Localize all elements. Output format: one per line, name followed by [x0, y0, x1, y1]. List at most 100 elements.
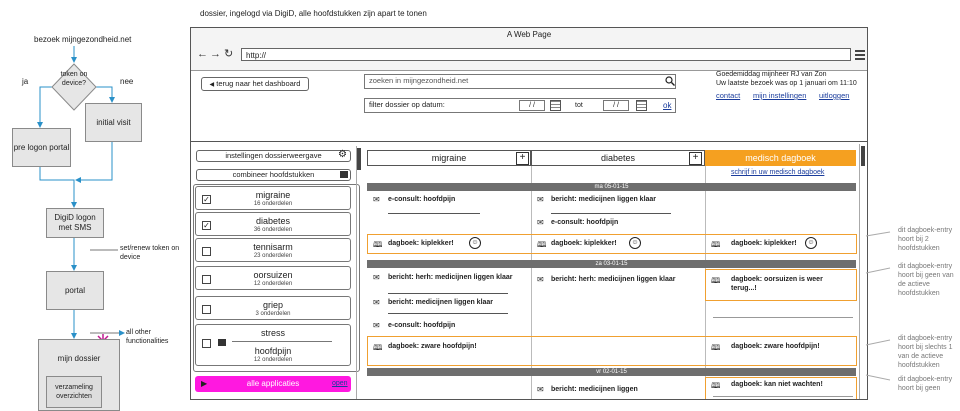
mail-icon: ✉ [537, 385, 544, 394]
entry-dagboek[interactable]: dagboek: zware hoofdpijn! [731, 342, 820, 351]
entry-underline [713, 317, 853, 318]
book-icon: 🕮 [537, 240, 547, 249]
combine-button[interactable]: combineer hoofdstukken [196, 169, 351, 181]
consult-icon: ✉ [373, 195, 380, 204]
date-to-calendar-icon[interactable] [636, 100, 647, 111]
chapter-count: 36 onderdelen [253, 227, 293, 233]
forward-icon[interactable]: → [210, 48, 221, 60]
entry-underline [713, 396, 853, 397]
chapter-name: oorsuizen [253, 270, 293, 280]
col-migraine-label: migraine [431, 153, 467, 163]
entry-dagboek[interactable]: dagboek: kiplekker! [731, 239, 797, 248]
display-settings-label: instellingen dossierweergave [225, 151, 322, 160]
date-from-input[interactable]: / / [519, 100, 545, 111]
entry-underline [388, 313, 508, 314]
entry-econsult[interactable]: e-consult: hoofdpijn [551, 218, 618, 227]
date-band: za 03-01-15 [367, 260, 856, 268]
diary-row-highlight [367, 336, 857, 366]
entry-econsult[interactable]: e-consult: hoofdpijn [388, 321, 455, 330]
chapter-diabetes[interactable]: ✓ diabetes 36 onderdelen [195, 212, 351, 236]
settings-link[interactable]: mijn instellingen [753, 91, 806, 100]
smiley-icon: ☺ [469, 237, 481, 249]
chapter-count: 12 onderdelen [253, 281, 293, 287]
url-input[interactable]: http:// [241, 48, 851, 61]
search-input[interactable]: zoeken in mijngezondheid.net [364, 74, 676, 89]
mail-icon: ✉ [537, 195, 544, 204]
date-band: vr 02-01-15 [367, 368, 856, 376]
flow-digid: DigiD logon met SMS [46, 208, 104, 238]
consult-icon: ✉ [537, 218, 544, 227]
entry-bericht[interactable]: bericht: medicijnen liggen klaar [551, 195, 656, 204]
book-icon: 🕮 [711, 381, 721, 390]
filter-ok-link[interactable]: ok [663, 101, 671, 110]
book-icon: 🕮 [711, 343, 721, 352]
entry-dagboek[interactable]: dagboek: zware hoofdpijn! [388, 342, 477, 351]
flow-initial-visit: initial visit [85, 103, 142, 142]
smiley-icon: ☺ [805, 237, 817, 249]
back-to-dashboard-button[interactable]: ◀ terug naar het dashboard [201, 77, 309, 91]
lock-icon [218, 339, 226, 346]
back-to-dashboard-label: terug naar het dashboard [216, 79, 301, 88]
sidebar-scrollbar-thumb[interactable] [357, 148, 361, 170]
date-band: ma 05-01-15 [367, 183, 856, 191]
entry-bericht[interactable]: bericht: medicijnen liggen klaar [388, 298, 493, 307]
flow-portal: portal [46, 271, 104, 310]
chapter-migraine[interactable]: ✓ migraine 16 onderdelen [195, 186, 351, 210]
gear-icon[interactable]: ⚙ [338, 149, 347, 160]
consult-icon: ✉ [373, 321, 380, 330]
annotation-connectors [865, 231, 891, 381]
add-diabetes-icon[interactable]: + [689, 152, 702, 165]
entry-dagboek[interactable]: dagboek: kan niet wachten! [731, 380, 823, 389]
display-settings-button[interactable]: instellingen dossierweergave [196, 150, 351, 162]
date-to-input[interactable]: / / [603, 100, 629, 111]
chapter-stress-hoofdpijn[interactable]: stress hoofdpijn 12 onderdelen [195, 324, 351, 366]
entry-dagboek[interactable]: dagboek: kiplekker! [551, 239, 617, 248]
entry-dagboek[interactable]: dagboek: oorsuizen is weer terug...! [731, 275, 849, 293]
chapter-griep[interactable]: griep 3 onderdelen [195, 296, 351, 320]
entry-underline [388, 293, 508, 294]
all-apps-label: alle applicaties [246, 379, 300, 388]
flow-mijn-dossier-label: mijn dossier [57, 354, 101, 363]
flow-set-token: set/renew token on device [120, 245, 180, 261]
filter-label: filter dossier op datum: [369, 100, 445, 109]
all-apps-open-link[interactable]: open [332, 380, 348, 387]
greeting: Goedemiddag mijnheer RJ van Zon [716, 71, 827, 78]
col-dagboek: medisch dagboek [705, 150, 856, 166]
entry-underline [551, 213, 671, 214]
tot-label: tot [575, 102, 583, 109]
all-apps-bar[interactable]: ▶ alle applicaties open [195, 376, 351, 392]
date-from-calendar-icon[interactable] [550, 100, 561, 111]
back-triangle-icon: ◀ [209, 82, 215, 88]
logout-link[interactable]: uitloggen [819, 91, 849, 100]
chapter-count: 3 onderdelen [255, 311, 291, 317]
entry-dagboek[interactable]: dagboek: kiplekker! [388, 239, 454, 248]
chapter-count: 12 onderdelen [253, 357, 293, 363]
entry-econsult[interactable]: e-consult: hoofdpijn [388, 195, 455, 204]
entry-bericht[interactable]: bericht: medicijnen liggen [551, 385, 638, 394]
entry-underline [388, 213, 480, 214]
add-migraine-icon[interactable]: + [516, 152, 529, 165]
chapter-name: migraine [255, 190, 291, 200]
lock-icon [340, 171, 348, 178]
entry-bericht[interactable]: bericht: herh: medicijnen liggen klaar [388, 273, 516, 282]
chapter-name: griep [262, 300, 283, 310]
sidebar-scrollbar[interactable] [356, 146, 361, 399]
flow-no: nee [120, 77, 134, 86]
search-placeholder: zoeken in mijngezondheid.net [369, 76, 469, 85]
mail-icon: ✉ [373, 298, 380, 307]
search-icon[interactable] [665, 76, 675, 88]
back-icon[interactable]: ← [197, 48, 208, 60]
chapter-oorsuizen[interactable]: oorsuizen 12 onderdelen [195, 266, 351, 290]
col-dagboek-label: medisch dagboek [745, 153, 816, 163]
reload-icon[interactable]: ↻ [224, 48, 233, 60]
chapter-separator [232, 341, 332, 342]
flow-decision: token on device? [60, 71, 88, 87]
contact-link[interactable]: contact [716, 91, 740, 100]
chapter-tennisarm[interactable]: tennisarm 23 onderdelen [195, 238, 351, 262]
flow-pre-logon: pre logon portal [12, 128, 71, 167]
col-migraine: migraine + [367, 150, 531, 166]
annotation-3: dit dagboek-entry hoort bij slechts 1 va… [898, 335, 953, 369]
chapter-name: hoofdpijn [254, 346, 292, 356]
write-diary-link[interactable]: schrijf in uw medisch dagboek [731, 169, 824, 176]
entry-bericht[interactable]: bericht: herh: medicijnen liggen klaar [551, 275, 681, 284]
